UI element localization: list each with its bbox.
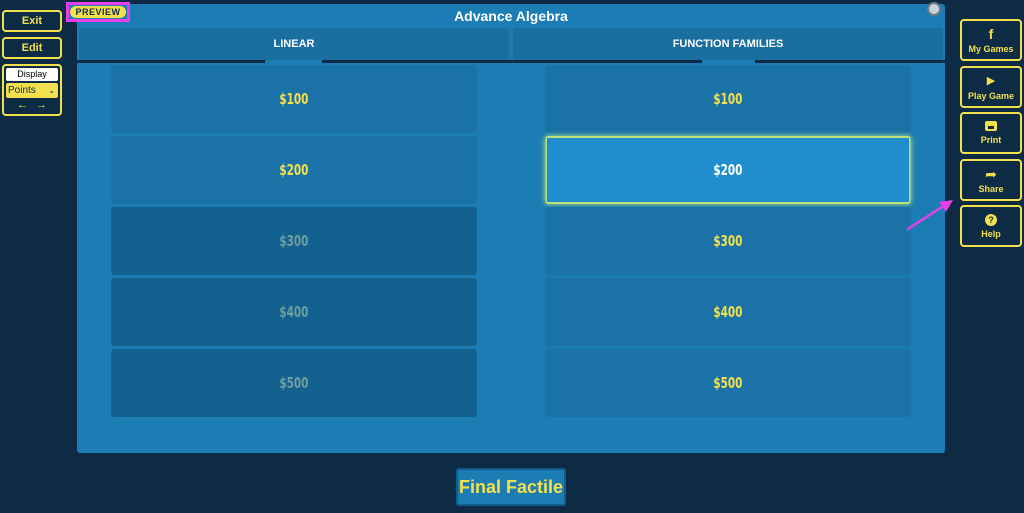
tile-function-families-300[interactable]: $300: [545, 207, 911, 275]
play-game-button[interactable]: ▶ Play Game: [960, 66, 1022, 108]
edit-button[interactable]: Edit: [2, 37, 62, 59]
question-icon: ?: [985, 213, 997, 226]
final-factile-button[interactable]: Final Factile: [456, 468, 566, 506]
tile-function-families-100[interactable]: $100: [545, 65, 911, 133]
display-control: Display Points ⌄ ← →: [2, 64, 62, 116]
my-games-button[interactable]: f My Games: [960, 19, 1022, 61]
share-label: Share: [978, 184, 1004, 194]
divider: [755, 60, 945, 63]
tile-function-families-400[interactable]: $400: [545, 278, 911, 346]
category-header-function-families: FUNCTION FAMILIES: [513, 28, 943, 60]
divider: [75, 60, 265, 63]
preview-badge: PREVIEW: [66, 2, 130, 22]
play-icon: ▶: [986, 75, 996, 87]
display-mode-value: Points: [8, 85, 36, 96]
annotation-arrow-icon: [906, 200, 953, 231]
help-button[interactable]: ? Help: [960, 205, 1022, 247]
divider: [512, 60, 702, 63]
arrow-left-icon[interactable]: ←: [17, 99, 28, 111]
share-button[interactable]: ➦ Share: [960, 159, 1022, 201]
chevron-down-icon: ⌄: [48, 86, 55, 95]
tile-linear-100[interactable]: $100: [111, 65, 477, 133]
game-board: Advance Algebra LINEAR FUNCTION FAMILIES…: [75, 2, 945, 453]
settings-knob-icon[interactable]: [927, 2, 941, 16]
board-title: Advance Algebra: [454, 8, 568, 24]
display-label: Display: [6, 68, 58, 81]
tile-linear-400[interactable]: $400: [111, 278, 477, 346]
preview-label: PREVIEW: [70, 6, 126, 18]
share-arrow-icon: ➦: [985, 166, 997, 182]
play-game-label: Play Game: [967, 91, 1015, 101]
print-label: Print: [980, 135, 1002, 145]
help-label: Help: [981, 228, 1001, 239]
tile-linear-300[interactable]: $300: [111, 207, 477, 275]
category-header-linear: LINEAR: [79, 28, 509, 60]
tile-linear-500[interactable]: $500: [111, 349, 477, 417]
display-mode-select[interactable]: Points ⌄: [6, 83, 58, 98]
exit-button[interactable]: Exit: [2, 10, 62, 32]
print-button[interactable]: Print: [960, 112, 1022, 154]
tile-function-families-500[interactable]: $500: [545, 349, 911, 417]
arrow-right-icon[interactable]: →: [36, 99, 47, 111]
divider: [322, 60, 512, 63]
my-games-label: My Games: [968, 44, 1014, 54]
tile-function-families-200[interactable]: $200: [545, 136, 911, 204]
facebook-f-icon: f: [988, 26, 994, 42]
tile-linear-200[interactable]: $200: [111, 136, 477, 204]
printer-icon: [985, 121, 997, 131]
